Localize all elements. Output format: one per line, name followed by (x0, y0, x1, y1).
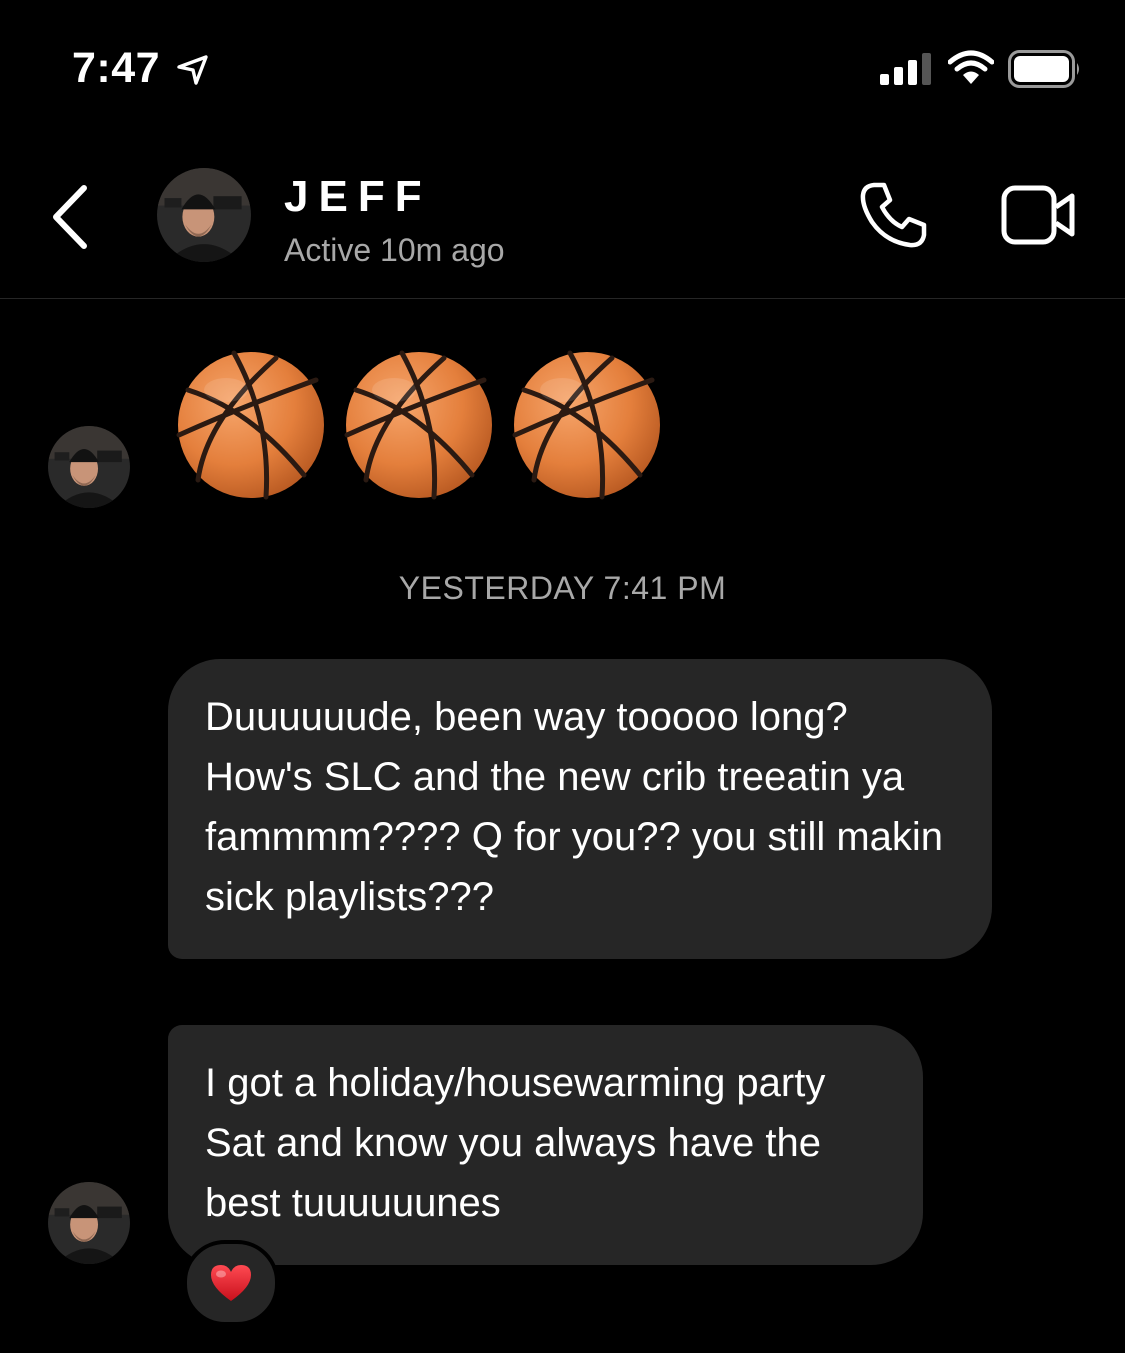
contact-active-status: Active 10m ago (284, 232, 505, 268)
message-text: Duuuuuude, been way tooooo long? How's S… (205, 695, 944, 919)
status-time: 7:47 (72, 44, 161, 92)
contact-name[interactable]: JEFF (284, 172, 432, 222)
message-reaction[interactable] (183, 1240, 279, 1326)
contact-avatar[interactable] (157, 168, 251, 262)
battery-icon (1008, 50, 1079, 88)
location-arrow-icon (177, 55, 208, 85)
message-text: I got a holiday/housewarming party Sat a… (205, 1061, 826, 1225)
heart-emoji-icon (211, 1265, 251, 1301)
dm-thread-screen: 7:47 JEFF Active 10m ago YESTERDAY 7:41 … (0, 0, 1125, 1353)
sender-avatar[interactable] (48, 1182, 130, 1264)
phone-call-icon[interactable] (858, 180, 928, 250)
basketball-emoji-icon (512, 350, 662, 500)
basketball-emoji-icon (176, 350, 326, 500)
wifi-icon (948, 50, 994, 84)
status-bar: 7:47 (0, 0, 1125, 140)
conversation-header: JEFF Active 10m ago (0, 150, 1125, 299)
message-bubble[interactable]: Duuuuuude, been way tooooo long? How's S… (168, 659, 992, 959)
emoji-message[interactable] (176, 350, 662, 500)
back-chevron-icon[interactable] (50, 184, 90, 250)
message-bubble[interactable]: I got a holiday/housewarming party Sat a… (168, 1025, 923, 1265)
sender-avatar[interactable] (48, 426, 130, 508)
thread-timestamp: YESTERDAY 7:41 PM (398, 570, 727, 606)
video-call-icon[interactable] (1000, 182, 1078, 248)
cellular-signal-icon (880, 53, 931, 85)
basketball-emoji-icon (344, 350, 494, 500)
